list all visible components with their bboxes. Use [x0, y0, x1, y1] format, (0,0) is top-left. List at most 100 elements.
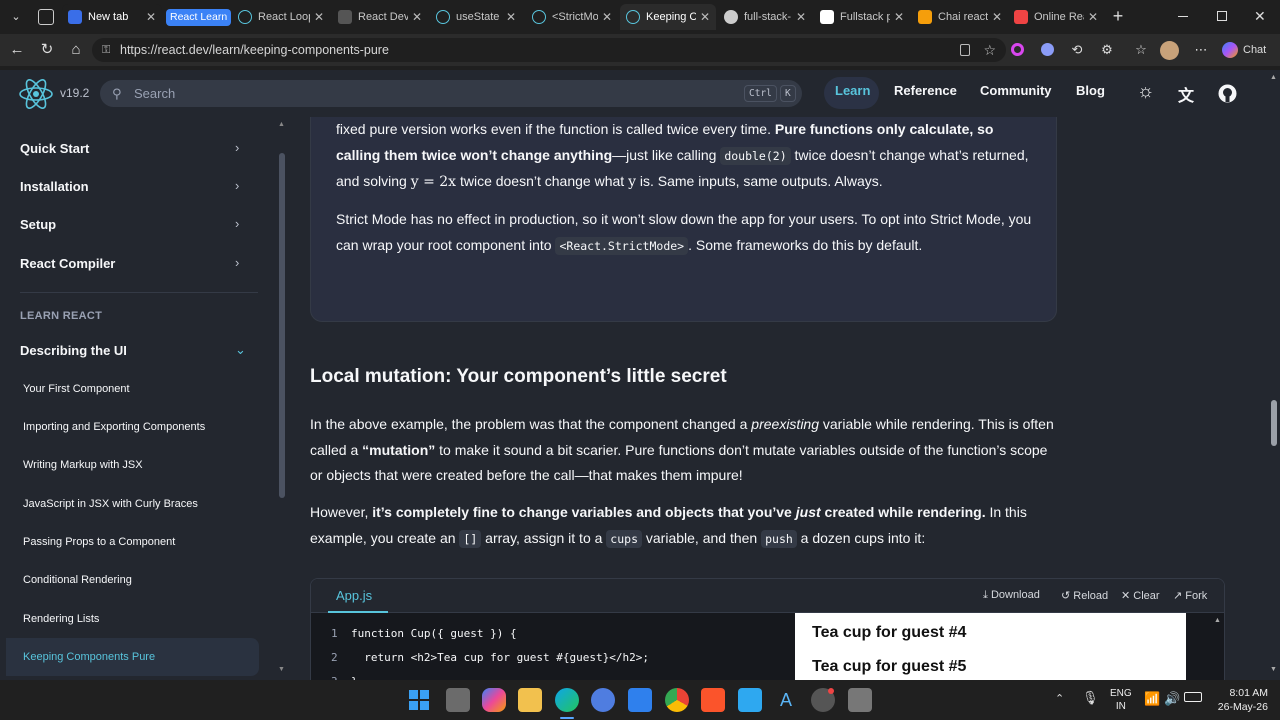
clear-button[interactable]: ✕ Clear [1121, 589, 1160, 602]
nav-reference[interactable]: Reference [894, 83, 957, 98]
sidebar-scrollbar[interactable]: ▲ ▼ [278, 121, 286, 676]
nav-learn-label[interactable]: Learn [835, 83, 870, 98]
favorite-star-icon[interactable]: ☆ [983, 38, 996, 62]
minimize-icon[interactable] [1178, 16, 1188, 17]
chevron-right-icon[interactable]: › [235, 216, 239, 231]
task-view-icon[interactable] [446, 688, 470, 712]
chrome-icon[interactable] [665, 688, 689, 712]
page-scrollbar[interactable]: ▲ ▼ [1268, 70, 1280, 680]
scroll-down-arrow-icon[interactable]: ▼ [278, 666, 285, 673]
file-tab-app-js[interactable]: App.js [336, 588, 372, 603]
tab-usestate[interactable]: useState – ✕ [430, 4, 522, 30]
file-explorer-icon[interactable] [518, 688, 542, 712]
favorites-icon[interactable]: ☆ [1132, 41, 1150, 59]
tab-keeping-components[interactable]: Keeping Co ✕ [620, 4, 716, 30]
tab-chai-react[interactable]: Chai react ✕ [912, 4, 1008, 30]
edge-browser-icon[interactable] [555, 688, 579, 712]
address-bar[interactable]: ⚿ https://react.dev/learn/keeping-compon… [92, 38, 1006, 62]
home-icon[interactable]: ⌂ [66, 40, 86, 60]
tab-github[interactable]: full-stack- ✕ [718, 4, 812, 30]
battery-icon[interactable] [1184, 692, 1202, 702]
vscode-icon[interactable] [628, 688, 652, 712]
more-menu-icon[interactable]: ⋯ [1192, 41, 1210, 59]
close-tab-icon[interactable]: ✕ [602, 10, 612, 24]
reader-mode-icon[interactable] [960, 44, 970, 56]
extension-sync-icon[interactable]: ⟲ [1068, 41, 1086, 59]
sidebar-item-setup[interactable]: Setup [20, 217, 56, 232]
sidebar-item-lists[interactable]: Rendering Lists [23, 613, 99, 625]
tab-actions-icon[interactable]: ⌄ [8, 9, 24, 25]
windows-start-icon[interactable] [409, 690, 429, 710]
preview-scroll-up-icon[interactable]: ▲ [1214, 617, 1221, 624]
tab-new-tab[interactable]: New tab ✕ [62, 4, 162, 30]
reload-icon[interactable]: ↻ [37, 40, 57, 60]
new-tab-plus-icon[interactable]: + [1108, 6, 1128, 26]
close-tab-icon[interactable]: ✕ [506, 10, 516, 24]
close-tab-icon[interactable]: ✕ [992, 10, 1002, 24]
sidebar-item-react-compiler[interactable]: React Compiler [20, 256, 115, 271]
close-tab-icon[interactable]: ✕ [894, 10, 904, 24]
sidebar-item-conditional[interactable]: Conditional Rendering [23, 574, 132, 586]
sidebar-item-describing-ui[interactable]: Describing the UI [20, 343, 127, 358]
close-tab-icon[interactable]: ✕ [700, 10, 710, 24]
sidebar-item-installation[interactable]: Installation [20, 179, 89, 194]
tab-react-dev[interactable]: React Dev ✕ [332, 4, 428, 30]
sidebar-item-props[interactable]: Passing Props to a Component [23, 536, 175, 548]
close-tab-icon[interactable]: ✕ [1088, 10, 1098, 24]
wifi-icon[interactable]: 📶 [1144, 691, 1160, 707]
sidebar-item-first-component[interactable]: Your First Component [23, 383, 130, 395]
extension-search-icon[interactable] [1038, 41, 1056, 59]
scroll-down-arrow-icon[interactable]: ▼ [1270, 666, 1277, 673]
site-info-icon[interactable]: ⚿ [102, 38, 110, 62]
version-label[interactable]: v19.2 [60, 86, 89, 100]
reload-button[interactable]: ↺ Reload [1061, 589, 1108, 602]
maximize-icon[interactable] [1217, 11, 1227, 21]
tab-strictmode[interactable]: <StrictMo ✕ [526, 4, 618, 30]
react-logo-icon[interactable] [18, 78, 54, 110]
fork-button[interactable]: ↗ Fork [1173, 589, 1207, 602]
close-tab-icon[interactable]: ✕ [146, 10, 156, 24]
extension-colorful-icon[interactable] [1008, 41, 1026, 59]
sidebar-item-import-export[interactable]: Importing and Exporting Components [23, 421, 205, 433]
close-tab-icon[interactable]: ✕ [314, 10, 324, 24]
app-globe-icon[interactable] [591, 688, 615, 712]
close-tab-icon[interactable]: ✕ [796, 10, 806, 24]
sidebar-scrollbar-thumb[interactable] [279, 153, 285, 498]
sidebar-item-jsx-markup[interactable]: Writing Markup with JSX [23, 459, 143, 471]
search-input[interactable]: ⚲ Search Ctrl K [100, 80, 802, 107]
tab-fullstack[interactable]: Fullstack p ✕ [814, 4, 910, 30]
back-arrow-icon[interactable]: ← [7, 40, 27, 60]
tab-online-react[interactable]: Online Rea ✕ [1008, 4, 1104, 30]
language-indicator[interactable]: ENG IN [1110, 687, 1132, 713]
language-translate-icon[interactable]: 文 [1178, 82, 1194, 106]
tray-overflow-chevron-icon[interactable]: ⌃ [1055, 692, 1064, 705]
scroll-up-arrow-icon[interactable]: ▲ [278, 121, 285, 128]
page-scrollbar-thumb[interactable] [1271, 400, 1277, 446]
clock[interactable]: 8:01 AM 26-May-26 [1206, 686, 1268, 714]
extensions-puzzle-icon[interactable]: ⚙ [1098, 41, 1116, 59]
close-window-icon[interactable]: ✕ [1254, 8, 1266, 25]
close-tab-icon[interactable]: ✕ [412, 10, 422, 24]
copilot-app-icon[interactable] [482, 688, 506, 712]
nav-community[interactable]: Community [980, 83, 1052, 98]
app-blue-icon[interactable] [738, 688, 762, 712]
code-editor[interactable]: 1 function Cup({ guest }) { 2 return <h2… [311, 613, 793, 680]
tab-react-loop[interactable]: React Loop ✕ [232, 4, 330, 30]
chevron-right-icon[interactable]: › [235, 140, 239, 155]
profile-avatar[interactable] [1160, 41, 1179, 60]
sidebar-item-js-in-jsx[interactable]: JavaScript in JSX with Curly Braces [23, 498, 198, 510]
brave-icon[interactable] [701, 688, 725, 712]
sidebar-item-quick-start[interactable]: Quick Start [20, 141, 89, 156]
chevron-down-icon[interactable]: ⌄ [235, 342, 246, 358]
sidebar-item-keeping-pure[interactable]: Keeping Components Pure [23, 651, 155, 663]
github-icon[interactable] [1218, 84, 1237, 103]
volume-icon[interactable]: 🔊 [1164, 691, 1180, 707]
nav-blog[interactable]: Blog [1076, 83, 1105, 98]
app-window-icon[interactable] [848, 688, 872, 712]
workspaces-icon[interactable] [38, 9, 54, 25]
tab-group-react-learn[interactable]: React Learn [166, 9, 232, 26]
chevron-right-icon[interactable]: › [235, 255, 239, 270]
download-button[interactable]: ⤓ Download [983, 589, 1040, 602]
microphone-icon[interactable]: 🎙 [1082, 690, 1099, 706]
theme-toggle-sun-icon[interactable]: ☼ [1137, 81, 1154, 103]
